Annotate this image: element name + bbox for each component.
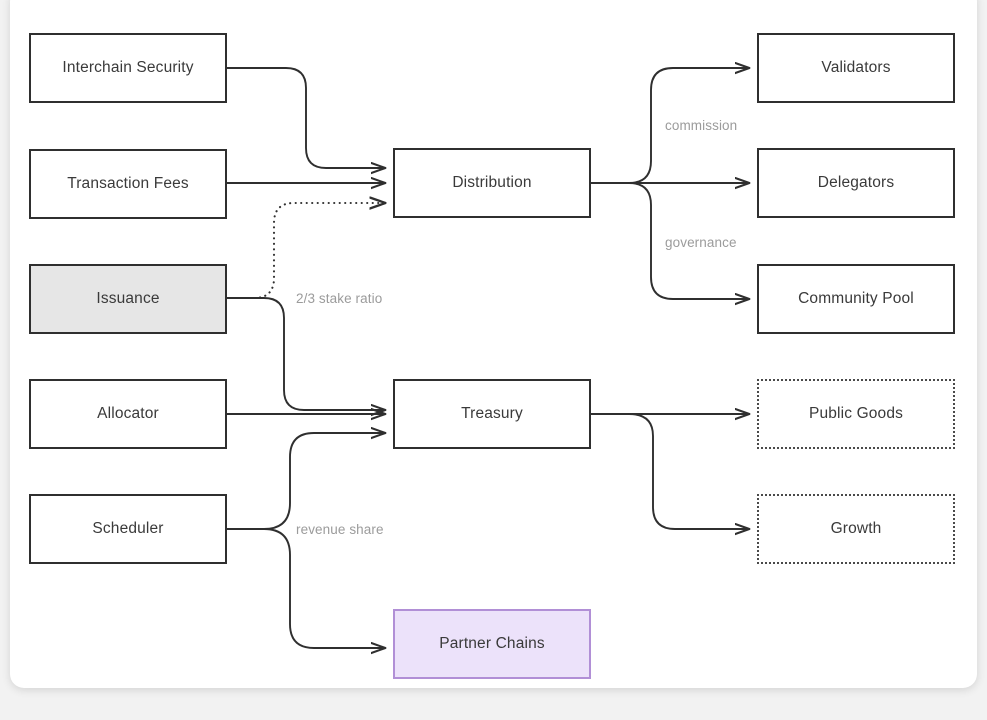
edge-issuance-to-treasury	[226, 297, 385, 410]
node-label: Community Pool	[798, 290, 914, 307]
node-community-pool[interactable]: Community Pool	[757, 264, 955, 334]
node-label: Partner Chains	[439, 635, 545, 652]
node-partner-chains[interactable]: Partner Chains	[393, 609, 591, 679]
node-validators[interactable]: Validators	[757, 33, 955, 103]
node-label: Growth	[830, 520, 882, 537]
node-label: Delegators	[817, 174, 895, 191]
node-label: Treasury	[461, 405, 523, 422]
node-public-goods[interactable]: Public Goods	[757, 379, 955, 449]
node-growth[interactable]: Growth	[757, 494, 955, 564]
node-scheduler[interactable]: Scheduler	[29, 494, 227, 564]
node-transaction-fees[interactable]: Transaction Fees	[29, 149, 227, 219]
node-label: Issuance	[96, 290, 160, 307]
node-label: Interchain Security	[62, 59, 194, 76]
diagram-root: Interchain Security Transaction Fees Iss…	[0, 0, 987, 720]
edge-interchain-security-to-distribution	[226, 67, 385, 168]
node-label: Allocator	[97, 405, 159, 422]
node-treasury[interactable]: Treasury	[393, 379, 591, 449]
node-delegators[interactable]: Delegators	[757, 148, 955, 218]
edge-label-commission: commission	[665, 118, 738, 133]
edge-treasury-to-growth	[628, 413, 749, 529]
node-label: Scheduler	[92, 520, 164, 537]
node-label: Transaction Fees	[67, 175, 189, 192]
edge-scheduler-to-treasury	[226, 433, 385, 530]
node-distribution[interactable]: Distribution	[393, 148, 591, 218]
edge-label-governance: governance	[665, 235, 737, 250]
edge-issuance-to-distribution	[225, 203, 385, 300]
node-label: Validators	[821, 59, 891, 76]
node-issuance[interactable]: Issuance	[29, 264, 227, 334]
node-allocator[interactable]: Allocator	[29, 379, 227, 449]
edge-label-stake-ratio: 2/3 stake ratio	[296, 291, 383, 306]
edge-scheduler-to-partner-chains	[226, 528, 385, 648]
edge-label-revenue-share: revenue share	[296, 522, 384, 537]
node-interchain-security[interactable]: Interchain Security	[29, 33, 227, 103]
node-label: Public Goods	[809, 405, 903, 422]
node-label: Distribution	[452, 174, 532, 191]
